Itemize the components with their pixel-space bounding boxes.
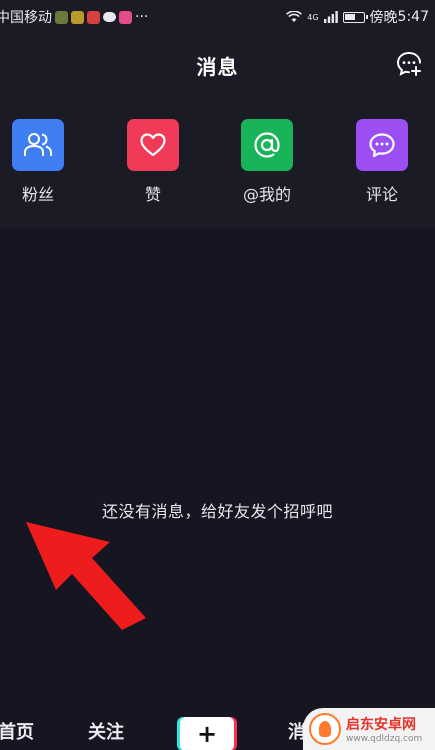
status-right: 4G 傍晚 5:47 [286, 7, 429, 27]
comment-icon [369, 133, 395, 158]
category-mentions[interactable]: @我的 [227, 119, 307, 205]
network-type: 4G [307, 12, 319, 22]
signal-icon [323, 11, 338, 23]
fans-tile [12, 119, 64, 171]
app-notification-icon [71, 10, 84, 24]
category-label: @我的 [242, 185, 291, 204]
more-notifications-icon: ··· [135, 9, 149, 25]
watermark: 启东安卓网 www.qdldzq.com [303, 708, 435, 750]
tab-home[interactable]: 首页 [0, 718, 34, 744]
battery-icon [342, 11, 368, 23]
watermark-url: www.qdldzq.com [346, 734, 423, 744]
category-likes[interactable]: 赞 [113, 119, 193, 205]
app-notification-icon [119, 10, 132, 24]
category-comments[interactable]: 评论 [342, 119, 422, 205]
at-icon [254, 132, 280, 158]
likes-tile [127, 119, 179, 171]
app-notification-icon [87, 10, 100, 24]
mentions-tile [241, 119, 293, 171]
chat-plus-icon[interactable] [395, 50, 423, 78]
message-categories: 粉丝 赞 @我的 评论 [0, 96, 435, 228]
page-title: 消息 [196, 54, 239, 79]
status-period: 傍晚 [369, 10, 398, 26]
comments-tile [356, 119, 408, 171]
watermark-title: 启东安卓网 [346, 717, 416, 733]
category-label: 粉丝 [21, 185, 54, 204]
chat-bubble-notification-icon [103, 12, 116, 22]
status-time: 5:47 [397, 9, 429, 25]
watermark-logo-icon [309, 713, 341, 745]
add-video-button[interactable]: + [180, 717, 234, 750]
plus-icon: + [196, 720, 218, 748]
status-left: 中国移动 ··· [0, 7, 148, 27]
status-bar: 中国移动 ··· 4G 傍晚 5:47 [0, 0, 435, 34]
red-arrow-icon [26, 522, 146, 630]
header: 消息 [0, 34, 435, 96]
carrier-name: 中国移动 [0, 10, 52, 26]
tab-follow[interactable]: 关注 [88, 718, 124, 744]
fans-icon [24, 133, 52, 156]
watermark-text: 启东安卓网 www.qdldzq.com [346, 714, 422, 744]
app-notification-icon [55, 10, 68, 24]
category-fans[interactable]: 粉丝 [0, 119, 78, 205]
category-label: 评论 [365, 185, 398, 204]
heart-icon [140, 133, 166, 157]
category-label: 赞 [144, 185, 161, 204]
wifi-icon [286, 11, 303, 22]
